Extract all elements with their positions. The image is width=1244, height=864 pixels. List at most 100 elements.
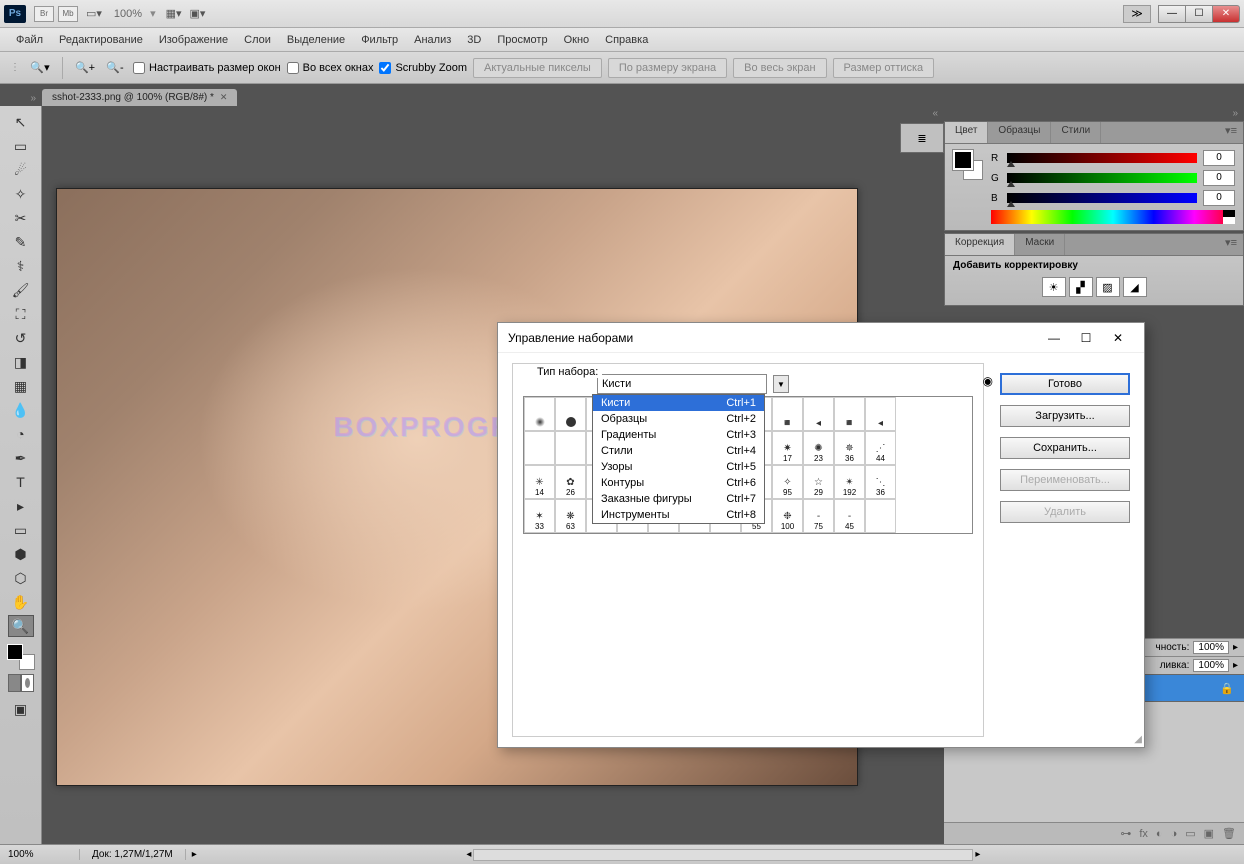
- all-windows-checkbox[interactable]: Во всех окнах: [287, 62, 374, 74]
- minibridge-icon[interactable]: Mb: [58, 6, 78, 22]
- path-select-tool-icon[interactable]: ▸: [8, 495, 34, 517]
- hand-tool-icon[interactable]: ✋: [8, 591, 34, 613]
- close-tab-icon[interactable]: ✕: [220, 92, 228, 103]
- dropdown-item-styles[interactable]: СтилиCtrl+4: [593, 443, 764, 459]
- blur-tool-icon[interactable]: 💧: [8, 399, 34, 421]
- scrollbar-left-icon[interactable]: ◂: [466, 849, 471, 861]
- marquee-tool-icon[interactable]: ▭: [8, 135, 34, 157]
- dodge-tool-icon[interactable]: ◔: [8, 423, 34, 445]
- healing-tool-icon[interactable]: ⚕: [8, 255, 34, 277]
- preset-type-select[interactable]: Кисти: [597, 374, 767, 394]
- exposure-icon[interactable]: ◢: [1123, 277, 1147, 297]
- brush-tool-icon[interactable]: 🖌: [8, 279, 34, 301]
- stamp-tool-icon[interactable]: ⛶: [8, 303, 34, 325]
- minimize-button[interactable]: —: [1158, 5, 1186, 23]
- collapse-panels-icon[interactable]: »: [1226, 106, 1244, 121]
- flyout-menu-icon[interactable]: ◉: [983, 374, 993, 388]
- zoom-level[interactable]: 100%: [114, 8, 142, 20]
- dropdown-item-contours[interactable]: КонтурыCtrl+6: [593, 475, 764, 491]
- zoom-tool-icon[interactable]: 🔍: [8, 615, 34, 637]
- dropdown-item-patterns[interactable]: УзорыCtrl+5: [593, 459, 764, 475]
- zoom-out-icon[interactable]: 🔍-: [103, 56, 127, 80]
- menu-file[interactable]: Файл: [8, 31, 51, 49]
- fit-screen-button[interactable]: По размеру экрана: [608, 58, 727, 78]
- lasso-tool-icon[interactable]: ☄: [8, 159, 34, 181]
- dialog-maximize-button[interactable]: ☐: [1070, 326, 1102, 350]
- dropdown-item-brushes[interactable]: КистиCtrl+1: [593, 395, 764, 411]
- dropdown-item-shapes[interactable]: Заказные фигурыCtrl+7: [593, 491, 764, 507]
- move-tool-icon[interactable]: ↖: [8, 111, 34, 133]
- load-button[interactable]: Загрузить...: [1000, 405, 1130, 427]
- options-grip-icon[interactable]: ⋮: [8, 60, 22, 75]
- new-layer-icon[interactable]: ▣: [1204, 827, 1214, 840]
- type-tool-icon[interactable]: T: [8, 471, 34, 493]
- close-button[interactable]: ✕: [1212, 5, 1240, 23]
- gradient-tool-icon[interactable]: ▦: [8, 375, 34, 397]
- history-panel-icon[interactable]: ≣: [900, 123, 944, 153]
- menu-analysis[interactable]: Анализ: [406, 31, 459, 49]
- status-zoom[interactable]: 100%: [0, 849, 80, 860]
- resize-windows-checkbox[interactable]: Настраивать размер окон: [133, 62, 281, 74]
- document-tab[interactable]: sshot-2333.png @ 100% (RGB/8#) * ✕: [42, 89, 237, 106]
- opacity-value[interactable]: 100%: [1193, 641, 1229, 654]
- menu-help[interactable]: Справка: [597, 31, 656, 49]
- zoom-tool-preset-icon[interactable]: 🔍▾: [28, 56, 52, 80]
- curves-icon[interactable]: ▨: [1096, 277, 1120, 297]
- green-slider[interactable]: G 0: [991, 170, 1235, 186]
- scrollbar-right-icon[interactable]: ▸: [975, 849, 980, 861]
- expand-col-icon[interactable]: «: [926, 106, 944, 121]
- levels-icon[interactable]: ▞: [1069, 277, 1093, 297]
- zoom-chevron-icon[interactable]: ▾: [150, 7, 156, 20]
- tab-swatches[interactable]: Образцы: [988, 122, 1051, 143]
- tab-adjustments[interactable]: Коррекция: [945, 234, 1015, 255]
- red-slider[interactable]: R 0: [991, 150, 1235, 166]
- collapse-tools-icon[interactable]: »: [24, 91, 42, 106]
- eraser-tool-icon[interactable]: ◨: [8, 351, 34, 373]
- arrange-dropdown[interactable]: ▦▾: [166, 7, 182, 20]
- bridge-icon[interactable]: Br: [34, 6, 54, 22]
- delete-layer-icon[interactable]: 🗑: [1222, 827, 1236, 840]
- menu-window[interactable]: Окно: [556, 31, 598, 49]
- pen-tool-icon[interactable]: ✒: [8, 447, 34, 469]
- resize-grip-icon[interactable]: ◢: [1134, 734, 1142, 745]
- screenmode-dropdown[interactable]: ▣▾: [190, 7, 206, 20]
- menu-edit[interactable]: Редактирование: [51, 31, 151, 49]
- color-ramp[interactable]: [991, 210, 1235, 224]
- opacity-chevron-icon[interactable]: ▸: [1233, 642, 1238, 653]
- screen-mode-dropdown[interactable]: ▭▾: [86, 7, 102, 20]
- history-brush-tool-icon[interactable]: ↺: [8, 327, 34, 349]
- quick-select-tool-icon[interactable]: ✧: [8, 183, 34, 205]
- delete-button[interactable]: Удалить: [1000, 501, 1130, 523]
- layer-mask-icon[interactable]: ◐: [1156, 828, 1163, 840]
- save-button[interactable]: Сохранить...: [1000, 437, 1130, 459]
- panel-menu-icon[interactable]: ▾≡: [1219, 234, 1243, 255]
- dropdown-chevron-icon[interactable]: ▼: [773, 375, 789, 393]
- tab-masks[interactable]: Маски: [1015, 234, 1065, 255]
- screen-mode-tool-icon[interactable]: ▣: [8, 698, 34, 720]
- dialog-titlebar[interactable]: Управление наборами — ☐ ✕: [498, 323, 1144, 353]
- quick-mask-icon[interactable]: [8, 674, 34, 692]
- maximize-button[interactable]: ☐: [1185, 5, 1213, 23]
- done-button[interactable]: Готово: [1000, 373, 1130, 395]
- fill-value[interactable]: 100%: [1193, 659, 1229, 672]
- expand-panels-icon[interactable]: ≫: [1123, 5, 1151, 23]
- color-panel-swatch[interactable]: [953, 150, 983, 180]
- adjustment-layer-icon[interactable]: ◑: [1171, 828, 1178, 840]
- menu-3d[interactable]: 3D: [459, 31, 489, 49]
- crop-tool-icon[interactable]: ✂: [8, 207, 34, 229]
- dropdown-item-gradients[interactable]: ГрадиентыCtrl+3: [593, 427, 764, 443]
- brightness-icon[interactable]: ☀: [1042, 277, 1066, 297]
- tab-styles[interactable]: Стили: [1051, 122, 1101, 143]
- dropdown-item-tools[interactable]: ИнструментыCtrl+8: [593, 507, 764, 523]
- group-icon[interactable]: ▭: [1185, 827, 1195, 840]
- panel-menu-icon[interactable]: ▾≡: [1219, 122, 1243, 143]
- actual-pixels-button[interactable]: Актуальные пикселы: [473, 58, 602, 78]
- eyedropper-tool-icon[interactable]: ✎: [8, 231, 34, 253]
- color-swatch[interactable]: [7, 644, 35, 670]
- dialog-close-button[interactable]: ✕: [1102, 326, 1134, 350]
- menu-image[interactable]: Изображение: [151, 31, 236, 49]
- full-screen-button[interactable]: Во весь экран: [733, 58, 826, 78]
- 3d-tool-icon[interactable]: ⬢: [8, 543, 34, 565]
- link-layers-icon[interactable]: ⊶: [1120, 827, 1131, 840]
- shape-tool-icon[interactable]: ▭: [8, 519, 34, 541]
